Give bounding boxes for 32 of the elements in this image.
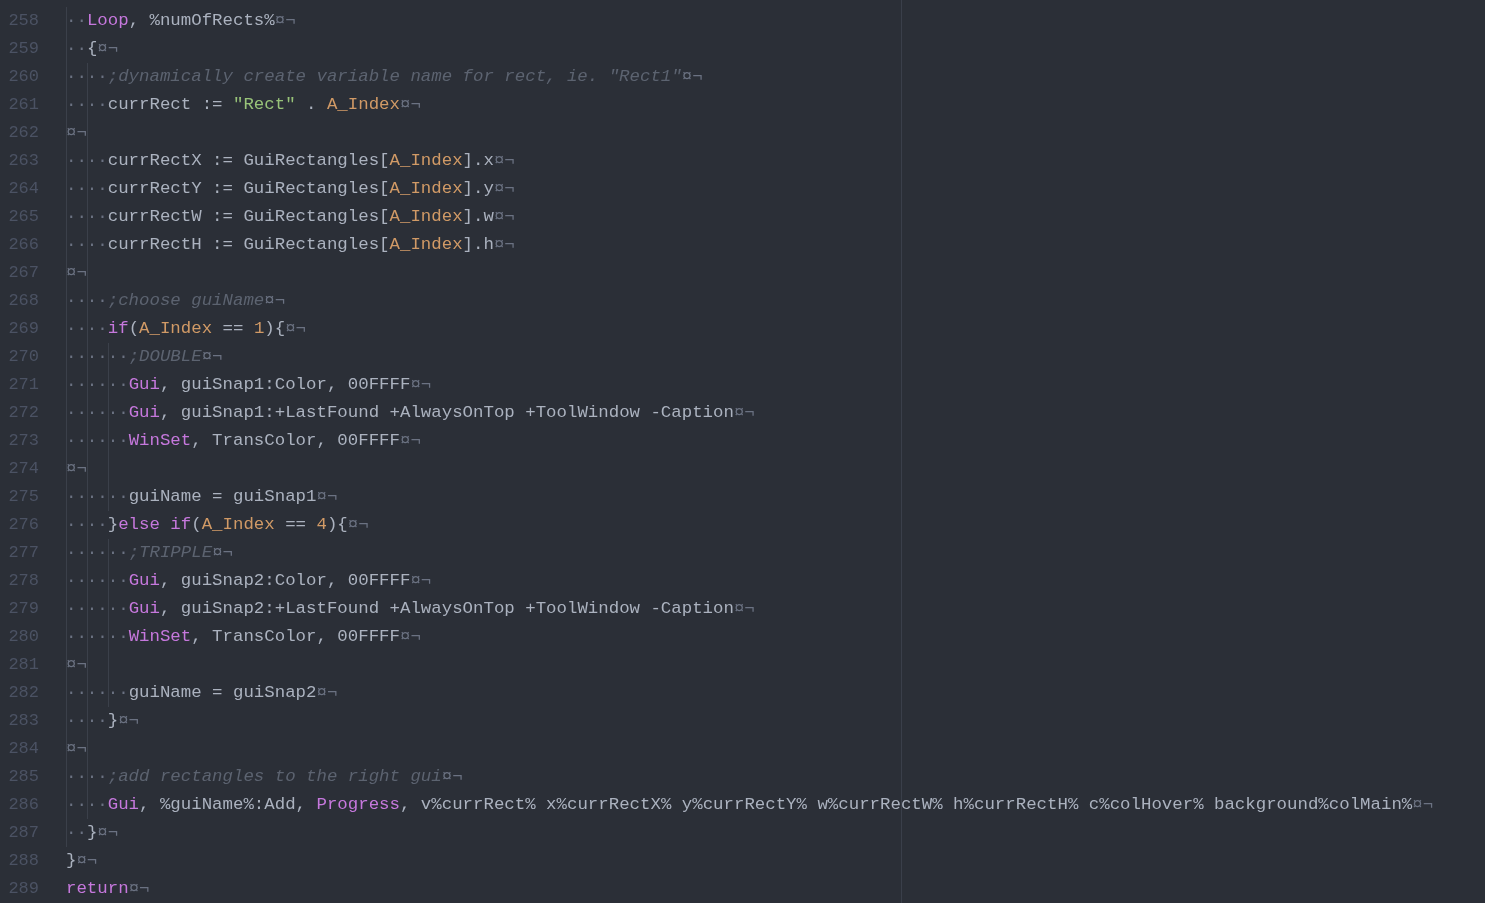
code-line: ····currRectX := GuiRectangles[A_Index].x¤¬ [66,151,515,170]
code-line: ····currRectH := GuiRectangles[A_Index].h¤¬ [66,235,515,254]
code-line: ······WinSet, TransColor, 00FFFF¤¬ [66,431,421,450]
code-line: ····if(A_Index == 1){¤¬ [66,319,307,338]
code-line: ····}¤¬ [66,711,140,730]
code-line: return¤¬ [66,879,150,898]
code-line: ····currRectW := GuiRectangles[A_Index].w¤¬ [66,207,515,226]
code-line: ¤¬ [66,123,87,142]
code-line: ······guiName = guiSnap1¤¬ [66,487,338,506]
code-line: ······;TRIPPLE¤¬ [66,543,233,562]
code-line: ¤¬ [66,459,87,478]
code-line: ¤¬ [66,739,87,758]
code-line: ······Gui, guiSnap1:Color, 00FFFF¤¬ [66,375,432,394]
code-line: ····Gui, %guiName%:Add, Progress, v%currRect% x%currRectX% y%currRectY% w%currRectW% h%currRectH% c%colHover% background%colMain%¤¬ [66,795,1434,814]
code-line: ····;add rectangles to the right gui¤¬ [66,767,463,786]
code-line: ··}¤¬ [66,823,119,842]
code-line: ··{¤¬ [66,39,119,58]
code-line: ¤¬ [66,655,87,674]
code-line: ····}else if(A_Index == 4){¤¬ [66,515,369,534]
code-line: ······Gui, guiSnap2:+LastFound +AlwaysOnTop +ToolWindow -Caption¤¬ [66,599,755,618]
code-line: ····currRectY := GuiRectangles[A_Index].y¤¬ [66,179,515,198]
code-line: ····currRect := "Rect" . A_Index¤¬ [66,95,421,114]
code-line: ······Gui, guiSnap1:+LastFound +AlwaysOnTop +ToolWindow -Caption¤¬ [66,403,755,422]
code-line: ····;dynamically create variable name for rect, ie. "Rect1"¤¬ [66,67,703,86]
code-line: }¤¬ [66,851,98,870]
code-line: ······;DOUBLE¤¬ [66,347,223,366]
code-line: ······WinSet, TransColor, 00FFFF¤¬ [66,627,421,646]
code-line: ¤¬ [66,263,87,282]
code-line: ····;choose guiName¤¬ [66,291,286,310]
code-line: ··Loop, %numOfRects%¤¬ [66,11,296,30]
code-line: ······Gui, guiSnap2:Color, 00FFFF¤¬ [66,571,432,590]
code-line: ······guiName = guiSnap2¤¬ [66,683,338,702]
